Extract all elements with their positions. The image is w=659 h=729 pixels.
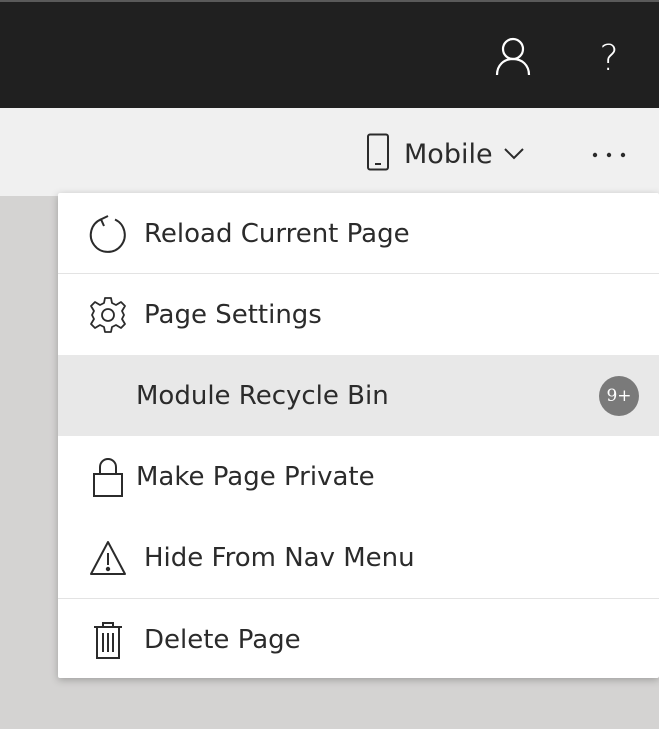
page-options-menu: Reload Current Page Page Settings Module… xyxy=(58,193,659,678)
recycle-bin-count-badge: 9+ xyxy=(599,375,639,416)
help-icon: ? xyxy=(599,37,619,79)
reload-icon xyxy=(86,212,130,256)
mobile-phone-icon xyxy=(366,133,390,175)
user-account-button[interactable] xyxy=(491,36,535,80)
trash-icon xyxy=(86,618,130,662)
more-options-button[interactable] xyxy=(584,138,634,168)
menu-item-page-settings[interactable]: Page Settings xyxy=(58,274,659,355)
gear-icon xyxy=(86,293,130,337)
device-label: Mobile xyxy=(404,138,493,170)
menu-item-label: Hide From Nav Menu xyxy=(144,542,415,573)
menu-item-label: Page Settings xyxy=(144,299,322,330)
device-selector-button[interactable]: Mobile xyxy=(366,133,525,175)
warning-icon xyxy=(86,536,130,580)
menu-item-label: Module Recycle Bin xyxy=(136,380,389,411)
help-button[interactable]: ? xyxy=(587,36,631,80)
ellipsis-icon xyxy=(591,144,627,163)
menu-item-label: Delete Page xyxy=(144,624,301,655)
user-icon xyxy=(495,36,531,80)
menu-item-module-recycle-bin[interactable]: Module Recycle Bin 9+ xyxy=(58,355,659,436)
menu-item-label: Make Page Private xyxy=(136,461,375,492)
menu-item-reload-current-page[interactable]: Reload Current Page xyxy=(58,193,659,274)
menu-item-delete-page[interactable]: Delete Page xyxy=(58,599,659,680)
top-bar: ? xyxy=(0,0,659,108)
menu-item-hide-from-nav-menu[interactable]: Hide From Nav Menu xyxy=(58,517,659,598)
lock-icon xyxy=(86,455,130,499)
menu-item-label: Reload Current Page xyxy=(144,218,410,249)
menu-item-make-page-private[interactable]: Make Page Private xyxy=(58,436,659,517)
toolbar: Mobile xyxy=(0,108,659,196)
chevron-down-icon xyxy=(503,145,525,164)
